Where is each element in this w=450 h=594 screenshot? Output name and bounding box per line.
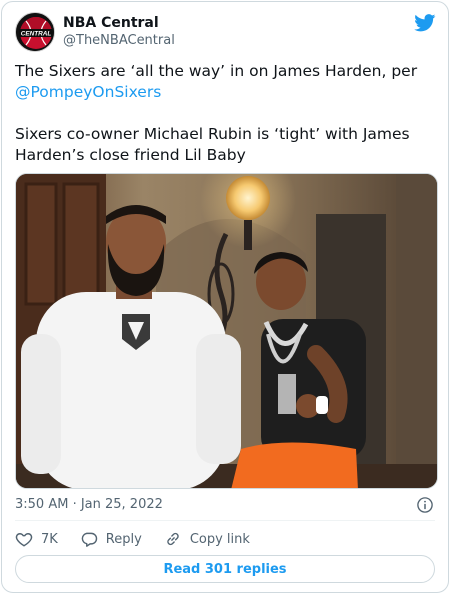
tweet-text-line-2: Sixers co-owner Michael Rubin is ‘tight’… xyxy=(15,125,410,164)
tweet-text-line-1: The Sixers are ‘all the way’ in on James… xyxy=(15,61,432,103)
info-icon[interactable] xyxy=(416,496,434,514)
reply-button[interactable]: Reply xyxy=(80,530,142,548)
avatar[interactable]: CENTRAL xyxy=(15,12,55,52)
tweet-text: The Sixers are ‘all the way’ in on James… xyxy=(15,61,432,166)
tweet-actions: 7K Reply Copy link xyxy=(15,528,272,550)
tweet-timestamp[interactable]: 3:50 AM · Jan 25, 2022 xyxy=(15,496,163,514)
avatar-logo-text: CENTRAL xyxy=(21,31,52,38)
heart-icon xyxy=(15,533,33,547)
twitter-bird-icon[interactable] xyxy=(414,14,436,32)
like-button[interactable]: 7K xyxy=(15,530,58,548)
read-replies-label: Read 301 replies xyxy=(163,561,287,577)
divider xyxy=(15,520,435,521)
copy-link-label: Copy link xyxy=(189,531,250,547)
link-icon xyxy=(167,532,179,546)
avatar-logo-image: CENTRAL xyxy=(16,13,54,51)
author-display-name[interactable]: NBA Central xyxy=(63,14,175,32)
reply-label: Reply xyxy=(105,531,142,547)
tweet-card: CENTRAL NBA Central @TheNBACentral The S… xyxy=(1,1,449,593)
like-count: 7K xyxy=(41,531,58,547)
tweet-header: CENTRAL NBA Central @TheNBACentral xyxy=(15,12,436,56)
tweet-text-main: The Sixers are ‘all the way’ in on James… xyxy=(15,62,418,80)
author-handle[interactable]: @TheNBACentral xyxy=(63,32,175,50)
tweet-photo[interactable] xyxy=(15,173,438,489)
mention-link[interactable]: @PompeyOnSixers xyxy=(15,83,161,101)
reply-bubble-icon xyxy=(81,532,97,547)
photo-harden-lil-baby xyxy=(16,174,437,488)
author-names: NBA Central @TheNBACentral xyxy=(63,14,175,50)
read-replies-button[interactable]: Read 301 replies xyxy=(15,555,435,583)
copy-link-button[interactable]: Copy link xyxy=(164,530,250,548)
